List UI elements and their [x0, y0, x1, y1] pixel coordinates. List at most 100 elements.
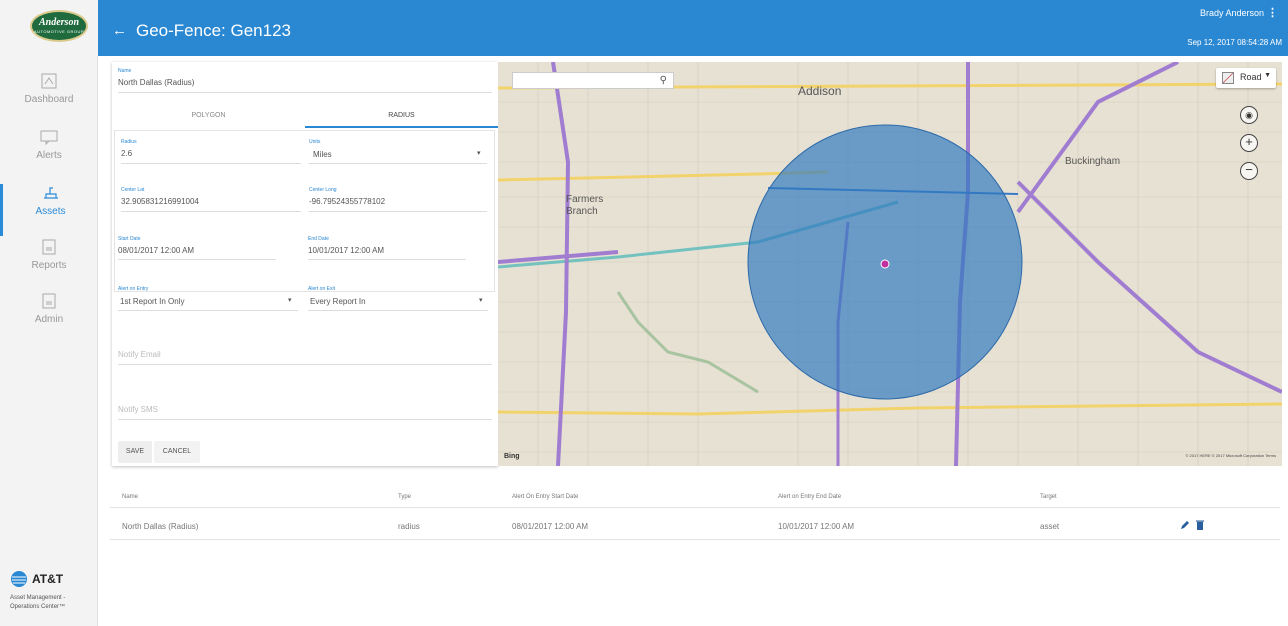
- center-lat-label: Center Lat: [121, 187, 145, 193]
- center-lat-underline: [121, 211, 301, 212]
- back-arrow-icon[interactable]: ←: [112, 22, 127, 39]
- start-date-underline: [118, 259, 276, 260]
- user-name[interactable]: Brady Anderson: [1200, 8, 1264, 18]
- units-underline: [309, 163, 487, 164]
- start-date-label: Start Date: [118, 236, 141, 242]
- company-logo[interactable]: Anderson AUTOMOTIVE GROUP: [30, 10, 88, 42]
- sidebar-item-assets[interactable]: Assets: [0, 184, 98, 236]
- bing-logo[interactable]: Bing: [504, 453, 520, 460]
- edit-pencil-icon[interactable]: [1180, 520, 1190, 530]
- cell-start-date: 08/01/2017 12:00 AM: [512, 522, 589, 531]
- cell-type: radius: [398, 522, 420, 531]
- att-brand: AT&T Asset Management - Operations Cente…: [10, 570, 98, 612]
- radius-label: Radius: [121, 139, 137, 145]
- column-header-type: Type: [398, 494, 412, 500]
- header: ← Geo-Fence: Gen123 Brady Anderson ⋮ Sep…: [98, 0, 1288, 56]
- units-label: Units: [309, 139, 321, 145]
- name-label: Name: [118, 68, 132, 74]
- map-label-buckingham: Buckingham: [1065, 156, 1121, 167]
- map-search-input[interactable]: ⚲: [512, 72, 674, 89]
- map-view[interactable]: Addison Farmers Branch Buckingham ⚲ Road…: [498, 62, 1282, 466]
- name-field[interactable]: North Dallas (Radius): [118, 78, 194, 87]
- alert-exit-select[interactable]: Every Report In: [310, 297, 366, 306]
- shape-tabs: POLYGON RADIUS: [112, 104, 498, 128]
- logo-subtitle: AUTOMOTIVE GROUP: [33, 29, 85, 34]
- units-dropdown-icon[interactable]: ▾: [477, 149, 481, 157]
- end-date-field[interactable]: 10/01/2017 12:00 AM: [308, 246, 384, 255]
- sidebar-item-alerts[interactable]: Alerts: [0, 128, 98, 180]
- center-long-field[interactable]: -96.79524355778102: [309, 197, 385, 206]
- sidebar-item-label: Assets: [35, 206, 66, 217]
- zoom-in-icon[interactable]: +: [1240, 134, 1258, 152]
- alert-entry-dropdown-icon[interactable]: ▾: [288, 296, 292, 304]
- alert-entry-underline: [118, 310, 298, 311]
- start-date-field[interactable]: 08/01/2017 12:00 AM: [118, 246, 194, 255]
- locate-me-icon[interactable]: ◉: [1240, 106, 1258, 124]
- notify-sms-field[interactable]: Notify SMS: [118, 405, 158, 414]
- brand-subtitle-2: Operations Center™: [10, 604, 66, 610]
- column-header-target: Target: [1040, 494, 1057, 500]
- map-label-farmers-branch: Farmers Branch: [566, 194, 604, 217]
- att-label: AT&T: [32, 572, 64, 586]
- delete-trash-icon[interactable]: [1196, 520, 1204, 530]
- cell-target: asset: [1040, 522, 1060, 531]
- center-lat-field[interactable]: 32.905831216991004: [121, 197, 199, 206]
- cell-name: North Dallas (Radius): [122, 522, 199, 531]
- sidebar-item-reports[interactable]: Reports: [0, 238, 98, 290]
- map-layer-label: Road: [1240, 72, 1262, 82]
- sidebar-item-admin[interactable]: Admin: [0, 292, 98, 344]
- alert-exit-underline: [308, 310, 488, 311]
- end-date-underline: [308, 259, 466, 260]
- sidebar-item-dashboard[interactable]: Dashboard: [0, 72, 98, 124]
- center-long-underline: [309, 211, 487, 212]
- end-date-label: End Date: [308, 236, 329, 242]
- radius-underline: [121, 163, 301, 164]
- map-layer-icon: [1222, 72, 1234, 84]
- center-long-label: Center Long: [309, 187, 337, 193]
- radius-field[interactable]: 2.6: [121, 149, 132, 158]
- alerts-icon: [40, 130, 58, 146]
- notify-email-field[interactable]: Notify Email: [118, 350, 161, 359]
- page-title: Geo-Fence: Gen123: [136, 21, 291, 40]
- logo-area: Anderson AUTOMOTIVE GROUP: [0, 0, 98, 56]
- sidebar: Anderson AUTOMOTIVE GROUP Dashboard Aler…: [0, 0, 98, 626]
- tab-radius[interactable]: RADIUS: [305, 104, 498, 128]
- search-icon[interactable]: ⚲: [660, 75, 667, 86]
- tab-polygon[interactable]: POLYGON: [112, 104, 305, 128]
- assets-icon: [43, 187, 58, 199]
- chevron-down-icon: ▼: [1264, 72, 1271, 79]
- table-row[interactable]: North Dallas (Radius) radius 08/01/2017 …: [110, 516, 1280, 540]
- admin-icon: [42, 293, 56, 309]
- table-header-row: Name Type Alert On Entry Start Date Aler…: [110, 490, 1280, 508]
- zoom-out-icon[interactable]: −: [1240, 162, 1258, 180]
- more-vert-icon[interactable]: ⋮: [1267, 6, 1278, 19]
- att-globe-icon: [11, 571, 27, 587]
- map-layer-button[interactable]: Road ▼: [1216, 68, 1276, 88]
- alert-exit-label: Alert on Exit: [308, 286, 335, 292]
- alert-exit-dropdown-icon[interactable]: ▾: [479, 296, 483, 304]
- column-header-name: Name: [122, 494, 139, 500]
- dashboard-icon: [41, 73, 57, 89]
- cell-end-date: 10/01/2017 12:00 AM: [778, 522, 855, 531]
- column-header-end-date: Alert on Entry End Date: [778, 494, 842, 500]
- logo-title: Anderson: [38, 17, 79, 28]
- units-select[interactable]: Miles: [313, 150, 332, 159]
- save-button[interactable]: SAVE: [118, 441, 152, 463]
- current-datetime: Sep 12, 2017 08:54:28 AM: [1187, 38, 1282, 47]
- map-canvas: [498, 62, 1282, 466]
- column-header-start-date: Alert On Entry Start Date: [512, 494, 579, 500]
- sidebar-item-label: Dashboard: [24, 94, 74, 105]
- sidebar-item-label: Reports: [31, 260, 67, 271]
- name-underline: [118, 92, 492, 93]
- cancel-button[interactable]: CANCEL: [154, 441, 200, 463]
- sidebar-item-label: Admin: [34, 314, 64, 325]
- map-label-addison: Addison: [798, 84, 842, 98]
- geofence-form: Name North Dallas (Radius) POLYGON RADIU…: [112, 62, 498, 466]
- reports-icon: [42, 239, 56, 255]
- alert-entry-label: Alert on Entry: [118, 286, 149, 292]
- alert-entry-select[interactable]: 1st Report In Only: [120, 297, 184, 306]
- brand-subtitle-1: Asset Management -: [10, 595, 66, 601]
- sidebar-item-label: Alerts: [36, 150, 62, 161]
- map-copyright[interactable]: © 2017 HERE © 2017 Microsoft Corporation…: [1185, 453, 1276, 458]
- radius-section: Radius 2.6 Units Miles ▾ Center Lat 32.9…: [114, 130, 495, 292]
